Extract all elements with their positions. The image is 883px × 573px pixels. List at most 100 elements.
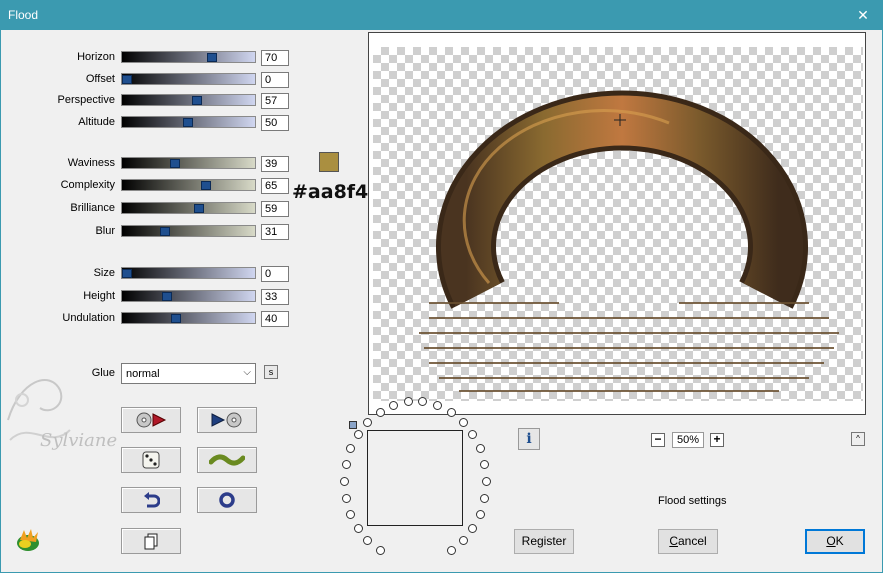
zoom-level: 50%	[672, 432, 704, 448]
glue-select[interactable]: normal ⌵	[121, 363, 256, 384]
ring-dot[interactable]	[468, 430, 477, 439]
cancel-button[interactable]: Cancel	[658, 529, 718, 554]
slider-altitude-track[interactable]	[121, 116, 256, 128]
slider-blur-track[interactable]	[121, 225, 256, 237]
slider-undulation-thumb[interactable]	[171, 314, 181, 323]
slider-offset-value[interactable]: 0	[261, 72, 289, 88]
glue-s-button[interactable]: s	[264, 365, 278, 379]
cd-play-forward-icon	[211, 412, 242, 428]
ring-dot[interactable]	[342, 494, 351, 503]
slider-altitude-thumb[interactable]	[183, 118, 193, 127]
next-preset-button[interactable]	[197, 407, 257, 433]
close-icon[interactable]: ✕	[843, 0, 883, 30]
slider-altitude-label: Altitude	[78, 116, 115, 128]
ring-dot[interactable]	[404, 397, 413, 406]
slider-size-track[interactable]	[121, 267, 256, 279]
slider-offset-track[interactable]	[121, 73, 256, 85]
ring-dot[interactable]	[480, 460, 489, 469]
slider-altitude-value[interactable]: 50	[261, 115, 289, 131]
undo-arrow-icon	[144, 492, 160, 508]
undo-button[interactable]	[121, 487, 181, 513]
slider-brilliance-track[interactable]	[121, 202, 256, 214]
slider-horizon-label: Horizon	[77, 51, 115, 63]
color-swatch[interactable]	[319, 152, 339, 172]
ring-icon	[219, 492, 235, 508]
wave-icon	[209, 454, 245, 466]
copy-icon	[144, 533, 158, 550]
slider-perspective-label: Perspective	[57, 94, 115, 106]
ring-dot[interactable]	[346, 510, 355, 519]
wave-button[interactable]	[197, 447, 257, 473]
slider-waviness-thumb[interactable]	[170, 159, 180, 168]
slider-size-thumb[interactable]	[122, 269, 132, 278]
slider-brilliance-thumb[interactable]	[194, 204, 204, 213]
slider-horizon-value[interactable]: 70	[261, 50, 289, 66]
slider-offset-thumb[interactable]	[122, 75, 132, 84]
slider-horizon-thumb[interactable]	[207, 53, 217, 62]
slider-complexity-value[interactable]: 65	[261, 178, 289, 194]
slider-size-value[interactable]: 0	[261, 266, 289, 282]
slider-blur-thumb[interactable]	[160, 227, 170, 236]
ring-dot[interactable]	[363, 536, 372, 545]
ring-dot[interactable]	[354, 430, 363, 439]
slider-height-value[interactable]: 33	[261, 289, 289, 305]
slider-brilliance-value[interactable]: 59	[261, 201, 289, 217]
slider-height-track[interactable]	[121, 290, 256, 302]
ring-dot[interactable]	[468, 524, 477, 533]
ring-dot[interactable]	[418, 397, 427, 406]
ring-dot[interactable]	[476, 444, 485, 453]
slider-undulation-value[interactable]: 40	[261, 311, 289, 327]
mini-preview	[367, 430, 463, 526]
slider-complexity-track[interactable]	[121, 179, 256, 191]
ring-dot[interactable]	[482, 477, 491, 486]
slider-waviness-value[interactable]: 39	[261, 156, 289, 172]
ring-dot[interactable]	[447, 546, 456, 555]
ring-dot[interactable]	[433, 401, 442, 410]
ring-dot[interactable]	[447, 408, 456, 417]
ring-dot[interactable]	[459, 536, 468, 545]
slider-undulation-label: Undulation	[62, 312, 115, 324]
slider-brilliance-label: Brilliance	[70, 202, 115, 214]
ring-dot[interactable]	[354, 524, 363, 533]
slider-perspective-track[interactable]	[121, 94, 256, 106]
ring-dot[interactable]	[459, 418, 468, 427]
slider-horizon-track[interactable]	[121, 51, 256, 63]
reset-button[interactable]	[197, 487, 257, 513]
slider-blur-value[interactable]: 31	[261, 224, 289, 240]
preview-canvas[interactable]	[368, 32, 866, 415]
zoom-out-button[interactable]: −	[651, 433, 665, 447]
slider-perspective-thumb[interactable]	[192, 96, 202, 105]
slider-height-thumb[interactable]	[162, 292, 172, 301]
zoom-in-button[interactable]: +	[710, 433, 724, 447]
title-bar: Flood ✕	[0, 0, 883, 30]
slider-waviness-track[interactable]	[121, 157, 256, 169]
ring-dot[interactable]	[376, 408, 385, 417]
ring-dot[interactable]	[389, 401, 398, 410]
cancel-accel: C	[669, 534, 678, 548]
slider-undulation-track[interactable]	[121, 312, 256, 324]
ring-start-marker[interactable]	[349, 421, 357, 429]
ring-dot[interactable]	[376, 546, 385, 555]
slider-perspective-value[interactable]: 57	[261, 93, 289, 109]
ring-dot[interactable]	[480, 494, 489, 503]
register-button[interactable]: Register	[514, 529, 574, 554]
collapse-button[interactable]: ^	[851, 432, 865, 446]
ok-button[interactable]: OK	[805, 529, 865, 554]
slider-waviness-label: Waviness	[67, 157, 115, 169]
info-button[interactable]: i	[518, 428, 540, 450]
copy-button[interactable]	[121, 528, 181, 554]
ok-rest: K	[835, 534, 844, 548]
ok-accel: O	[826, 534, 836, 548]
window-title: Flood	[8, 8, 39, 22]
slider-height-label: Height	[83, 290, 115, 302]
ring-dot[interactable]	[476, 510, 485, 519]
ring-dot[interactable]	[363, 418, 372, 427]
chevron-down-icon: ⌵	[243, 367, 251, 378]
ring-dot[interactable]	[342, 460, 351, 469]
slider-blur-label: Blur	[95, 225, 115, 237]
ring-dot[interactable]	[346, 444, 355, 453]
slider-offset-label: Offset	[85, 73, 115, 85]
cancel-rest: ancel	[677, 534, 707, 548]
slider-complexity-thumb[interactable]	[201, 181, 211, 190]
ring-dot[interactable]	[340, 477, 349, 486]
